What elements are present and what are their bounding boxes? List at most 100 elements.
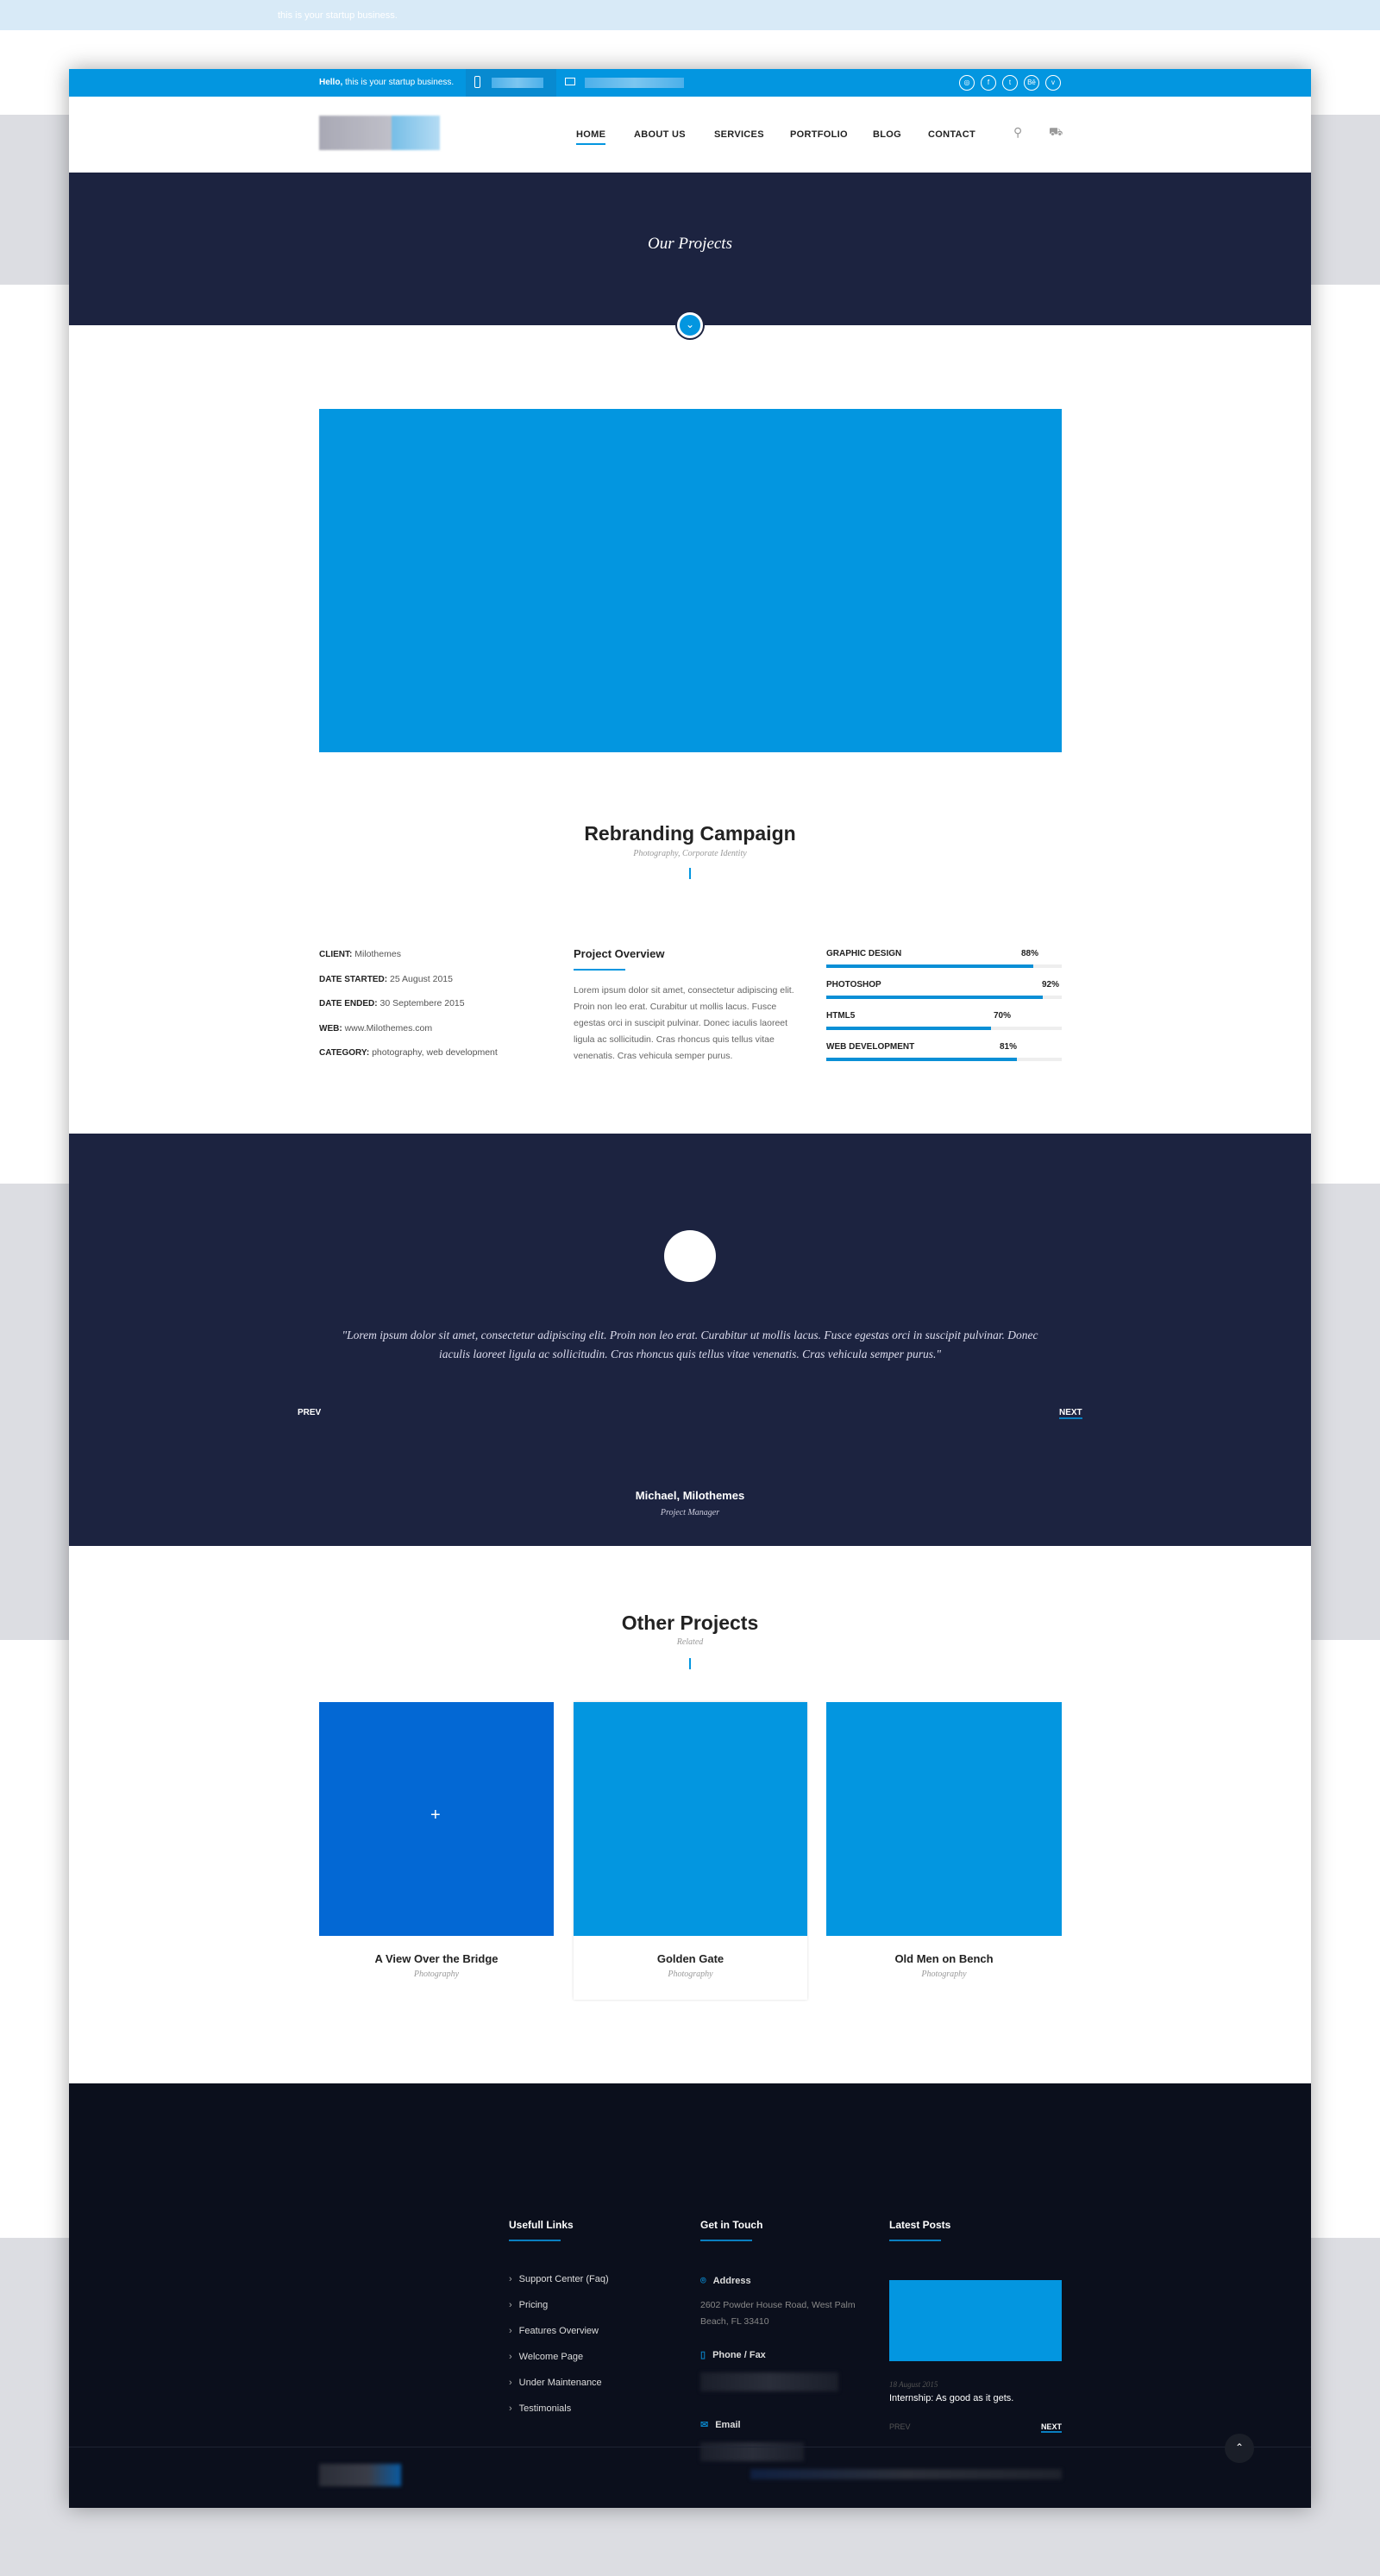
skill-bar: HTML5 70%: [826, 1011, 1062, 1042]
nav-services[interactable]: SERVICES: [714, 129, 764, 140]
site-header: HOME ABOUT US SERVICES PORTFOLIO BLOG CO…: [69, 97, 1311, 173]
skill-bar: WEB DEVELOPMENT 81%: [826, 1042, 1062, 1073]
ghost-hello: this is your startup business.: [278, 10, 398, 21]
project-card[interactable]: + A View Over the Bridge Photography: [319, 1702, 554, 1979]
overview-text: Lorem ipsum dolor sit amet, consectetur …: [574, 985, 794, 1061]
chevron-right-icon: ›: [509, 2300, 512, 2310]
facebook-icon[interactable]: f: [981, 75, 996, 91]
page-mockup: Hello, this is your startup business. ◎ …: [69, 69, 1311, 2508]
phone-label: ▯ Phone / Fax: [700, 2350, 766, 2360]
testimonial-section: "Lorem ipsum dolor sit amet, consectetur…: [69, 1134, 1311, 1546]
footer-link[interactable]: › Features Overview: [509, 2326, 609, 2352]
twitter-icon[interactable]: t: [1002, 75, 1018, 91]
card-title: A View Over the Bridge: [374, 1952, 499, 1965]
scroll-down-button[interactable]: ⌄: [677, 312, 703, 338]
nav-contact[interactable]: CONTACT: [928, 129, 975, 140]
hero-title: Our Projects: [648, 235, 732, 253]
project-overview: Project Overview Lorem ipsum dolor sit a…: [574, 947, 802, 1065]
nav-blog[interactable]: BLOG: [873, 129, 901, 140]
dribbble-icon[interactable]: ◎: [959, 75, 975, 91]
project-card[interactable]: Golden Gate Photography: [574, 1702, 807, 2000]
skill-track: [826, 996, 1062, 999]
site-footer: Usefull Links › Support Center (Faq) › Pric…: [69, 2083, 1311, 2508]
footer-link-label: Testimonials: [518, 2403, 572, 2414]
chevron-right-icon: ›: [509, 2403, 512, 2414]
skill-percent: 92%: [1042, 980, 1060, 990]
skill-name: HTML5: [826, 1011, 856, 1021]
project-details: CLIENT: Milothemes DATE STARTED: 25 Augu…: [319, 949, 498, 1072]
search-icon[interactable]: ⚲: [1013, 125, 1022, 140]
phone-blurred: [700, 2372, 838, 2391]
phone-segment: [466, 69, 556, 97]
chevron-right-icon: ›: [509, 2326, 512, 2336]
mail-icon: [565, 78, 575, 85]
latest-posts: Latest Posts 18 August 2015 Internship: …: [889, 2219, 1062, 2435]
nav-about[interactable]: ABOUT US: [634, 129, 686, 140]
skill-fill: [826, 1058, 1018, 1061]
contact-info: Get in Touch ⌾ Address 2602 Powder House …: [700, 2219, 873, 2461]
location-pin-icon: ⌾: [700, 2276, 706, 2286]
chevron-right-icon: ›: [509, 2274, 512, 2284]
footer-link-label: Under Maintenance: [518, 2378, 602, 2388]
divider: [689, 868, 691, 879]
avatar: [664, 1230, 716, 1282]
nav-home[interactable]: HOME: [576, 129, 606, 145]
project-card[interactable]: Old Men on Bench Photography: [826, 1702, 1062, 1979]
behance-icon[interactable]: Bē: [1024, 75, 1039, 91]
card-image: [574, 1702, 807, 1936]
detail-category: CATEGORY: photography, web development: [319, 1047, 498, 1058]
footer-link[interactable]: › Testimonials: [509, 2403, 609, 2429]
skill-name: WEB DEVELOPMENT: [826, 1042, 915, 1052]
greeting-text: Hello, this is your startup business.: [319, 78, 454, 87]
top-info-bar: Hello, this is your startup business. ◎ …: [69, 69, 1311, 97]
other-projects-subtitle: Related: [676, 1637, 704, 1647]
background-ghost-topbar: this is your startup business.: [0, 0, 1380, 30]
post-image[interactable]: [889, 2280, 1062, 2361]
card-category: Photography: [668, 1970, 713, 1979]
skill-track: [826, 1058, 1062, 1061]
skill-fill: [826, 996, 1044, 999]
footer-link[interactable]: › Pricing: [509, 2300, 609, 2326]
skill-track: [826, 1027, 1062, 1030]
address-label: ⌾ Address: [700, 2276, 751, 2286]
footer-link[interactable]: › Support Center (Faq): [509, 2274, 609, 2300]
back-to-top-button[interactable]: ⌃: [1225, 2434, 1254, 2463]
plus-icon[interactable]: +: [430, 1806, 441, 1825]
post-title[interactable]: Internship: As good as it gets.: [889, 2393, 1062, 2403]
skill-fill: [826, 964, 1034, 968]
email-blurred: [700, 2442, 804, 2461]
logo-blurred[interactable]: [319, 116, 440, 150]
skill-percent: 70%: [994, 1011, 1012, 1021]
overview-underline: [574, 969, 625, 971]
cart-icon[interactable]: ⛟: [1049, 125, 1063, 141]
useful-links: Usefull Links › Support Center (Faq) › Pric…: [509, 2219, 609, 2429]
address-text: 2602 Powder House Road, West Palm Beach,…: [700, 2300, 856, 2327]
skill-percent: 88%: [1021, 949, 1039, 958]
card-title: Old Men on Bench: [894, 1952, 994, 1965]
detail-date-ended: DATE ENDED: 30 Septembere 2015: [319, 998, 465, 1008]
testimonial-prev[interactable]: PREV: [298, 1408, 321, 1417]
chevron-right-icon: ›: [509, 2378, 512, 2388]
skill-bar: PHOTOSHOP 92%: [826, 980, 1062, 1011]
post-date: 18 August 2015: [889, 2380, 938, 2389]
testimonial-quote: "Lorem ipsum dolor sit amet, consectetur…: [342, 1329, 1038, 1360]
phone-number-blurred: [492, 78, 543, 88]
footer-link-label: Support Center (Faq): [518, 2274, 609, 2284]
footer-link[interactable]: › Under Maintenance: [509, 2378, 609, 2403]
divider: [689, 1658, 691, 1669]
posts-title: Latest Posts: [889, 2219, 1062, 2241]
nav-portfolio[interactable]: PORTFOLIO: [790, 129, 848, 140]
overview-title: Project Overview: [574, 947, 665, 960]
post-next[interactable]: NEXT: [1040, 2422, 1062, 2433]
chevron-right-icon: ›: [509, 2352, 512, 2362]
testimonial-next[interactable]: NEXT: [1059, 1408, 1082, 1419]
footer-link-label: Pricing: [518, 2300, 549, 2310]
post-prev[interactable]: PREV: [889, 2422, 911, 2431]
footer-link-label: Welcome Page: [518, 2352, 584, 2362]
footer-logo-blurred: [319, 2464, 401, 2486]
card-image: [826, 1702, 1062, 1936]
other-projects-title: Other Projects: [621, 1612, 759, 1634]
footer-link[interactable]: › Welcome Page: [509, 2352, 609, 2378]
mail-icon: ✉: [700, 2420, 709, 2430]
vimeo-icon[interactable]: v: [1045, 75, 1061, 91]
